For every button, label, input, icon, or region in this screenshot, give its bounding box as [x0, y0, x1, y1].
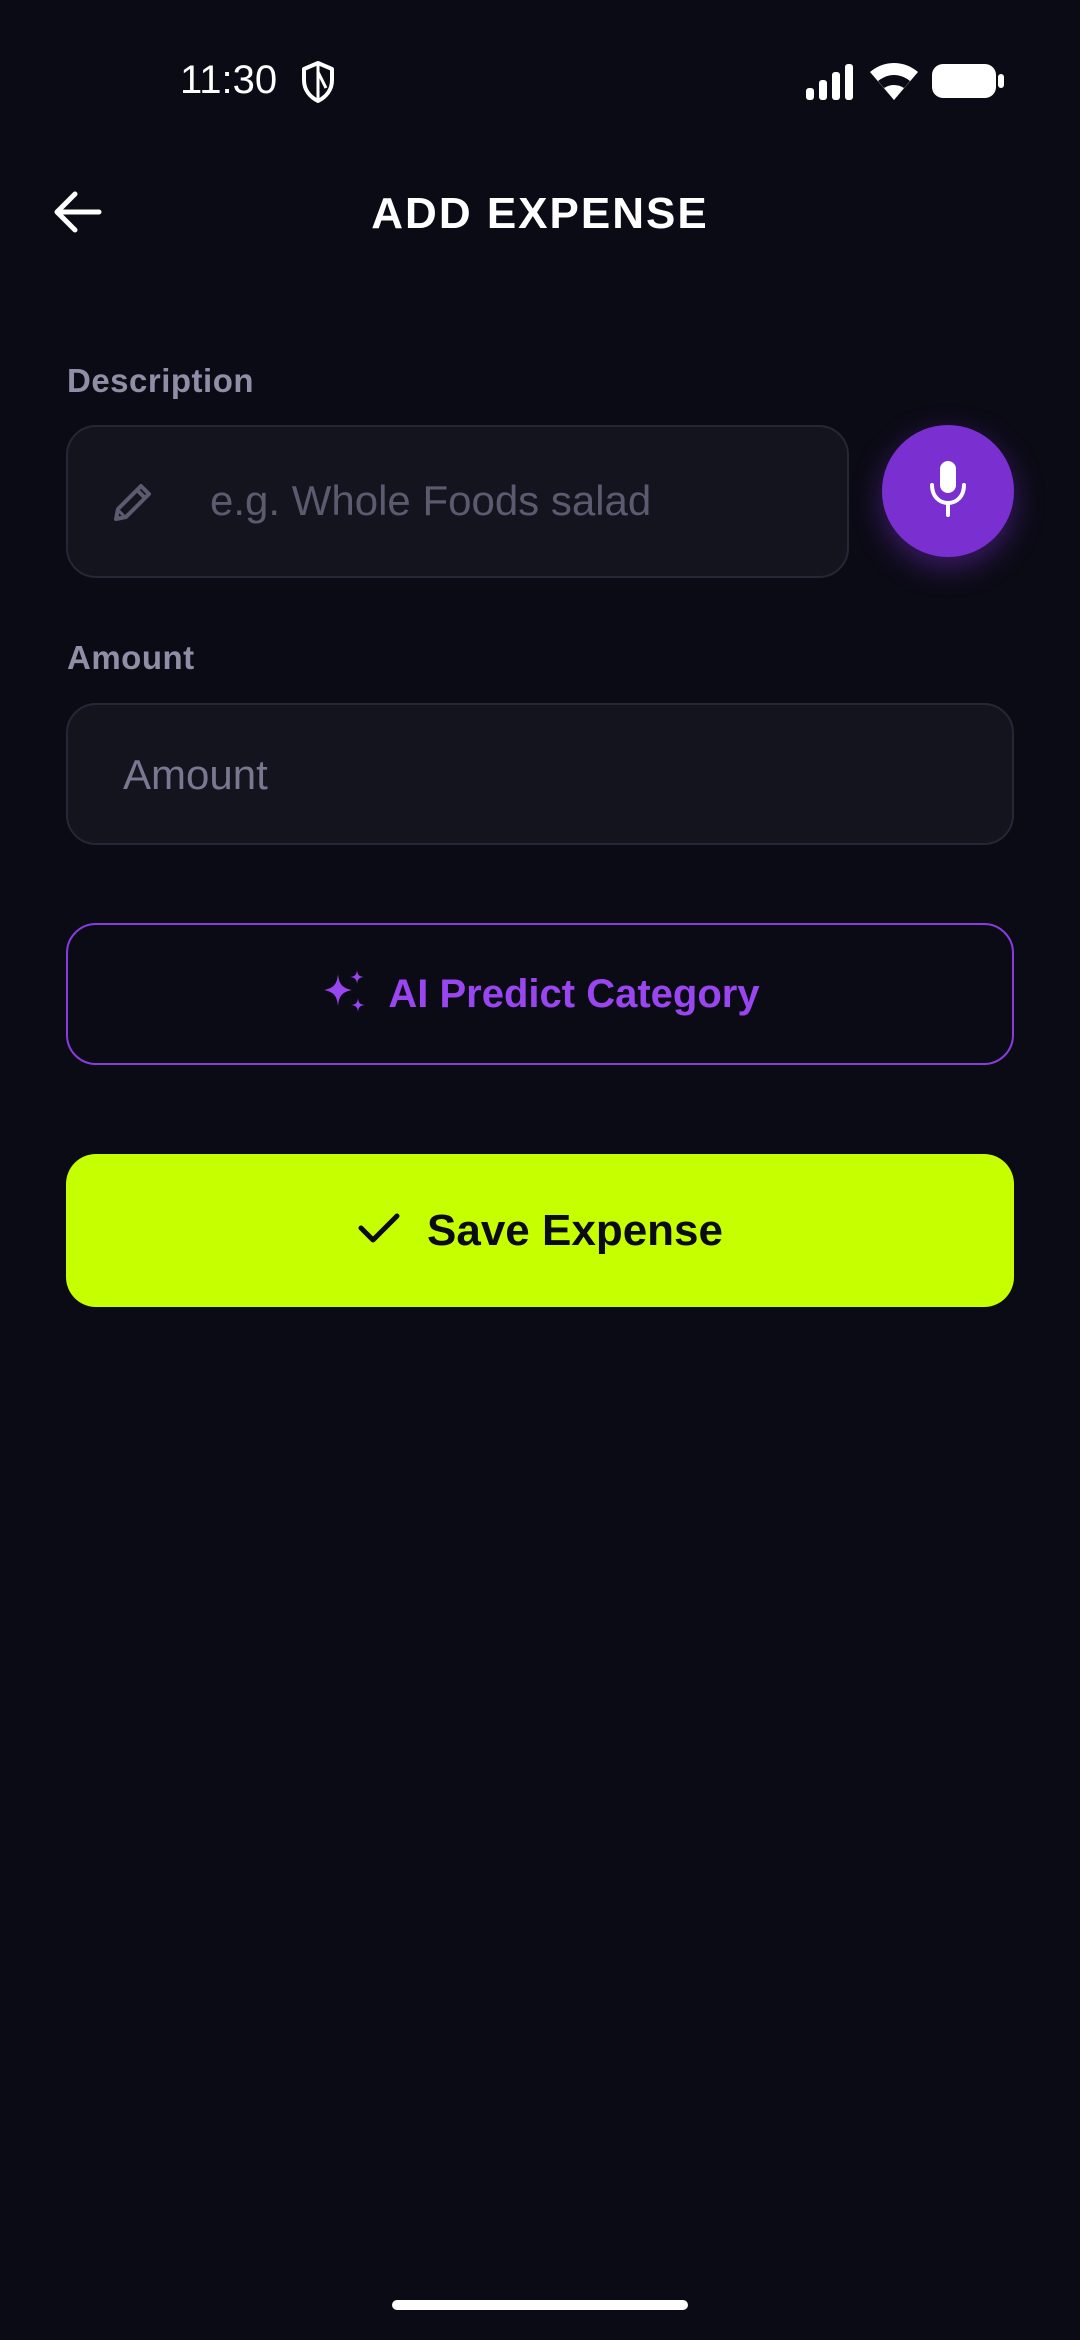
signal-icon	[804, 62, 856, 102]
amount-input[interactable]	[123, 745, 963, 805]
check-icon	[357, 1210, 401, 1251]
description-field[interactable]	[66, 425, 849, 578]
page-title: ADD EXPENSE	[371, 189, 709, 238]
ai-predict-category-label: AI Predict Category	[388, 971, 760, 1016]
save-expense-label: Save Expense	[427, 1205, 723, 1255]
wifi-icon	[868, 58, 920, 102]
sparkles-icon	[320, 968, 368, 1021]
description-input[interactable]	[210, 471, 810, 531]
voice-input-button[interactable]	[882, 425, 1014, 557]
status-time: 11:30	[180, 58, 278, 102]
pencil-icon	[108, 477, 158, 527]
microphone-icon	[926, 459, 970, 524]
ai-predict-category-button[interactable]: AI Predict Category	[66, 923, 1014, 1065]
description-label: Description	[67, 362, 255, 399]
shield-icon	[300, 60, 336, 104]
battery-icon	[930, 62, 1006, 100]
save-expense-button[interactable]: Save Expense	[66, 1154, 1014, 1307]
home-indicator[interactable]	[392, 2300, 688, 2310]
amount-label: Amount	[67, 639, 195, 676]
amount-field[interactable]	[66, 703, 1014, 845]
